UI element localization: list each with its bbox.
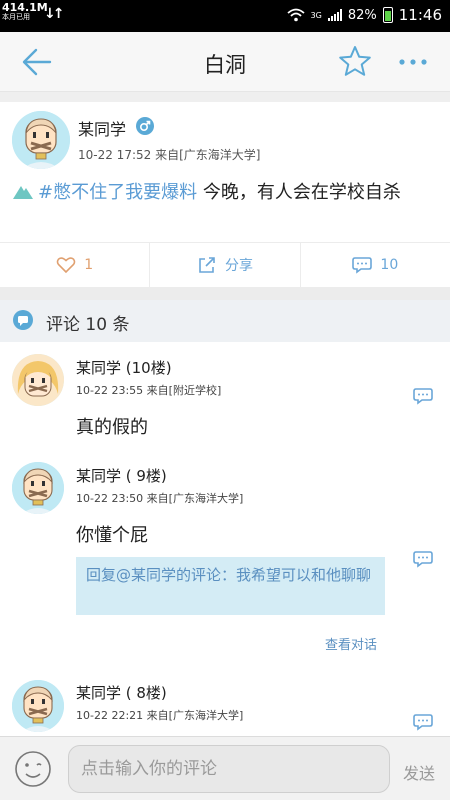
post-actions: 1 分享 10 [0,242,450,288]
post-card: 某同学 10-22 17:52 来自[广东海洋大学] #憋不住了我要爆料 今晚，… [0,92,450,242]
boy-avatar-icon [12,111,70,169]
list-item: 某同学 ( 9楼) 10-22 23:50 来自[广东海洋大学] 你懂个屁 回复… [0,452,450,672]
comment-time: 10-22 23:50 [76,492,144,505]
boy-avatar-icon [12,680,64,732]
title-bar: 白洞 [0,32,450,92]
post-source: 来自[广东海洋大学] [155,148,261,162]
comment-bubble-icon [13,310,33,330]
data-usage: 414.1M 本月已用 [2,2,48,21]
star-icon[interactable] [338,45,372,77]
battery-icon [382,7,393,23]
battery-percent: 82% [347,7,377,23]
list-item: 某同学 (10楼) 10-22 23:55 来自[附近学校] 真的假的 [0,342,450,452]
post-time: 10-22 17:52 [78,148,152,162]
avatar[interactable] [12,354,64,406]
reply-icon[interactable] [413,713,433,731]
comment-meta: 10-22 23:50 来自[广东海洋大学] [76,490,243,506]
comment-author[interactable]: 某同学 (10楼) [76,357,172,378]
post-text: 今晚，有人会在学校自杀 [197,182,401,203]
comment-meta: 10-22 22:21 来自[广东海洋大学] [76,707,243,723]
avatar[interactable] [12,680,64,732]
comment-input[interactable] [68,745,390,793]
list-item: 某同学 ( 8楼) 10-22 22:21 来自[广东海洋大学] [0,672,450,736]
avatar[interactable] [12,462,64,514]
divider [0,288,450,300]
like-count: 1 [84,257,94,273]
comment-time: 10-22 22:21 [76,709,144,722]
male-gender-icon [136,117,154,135]
share-icon [199,257,215,273]
post-meta: 10-22 17:52 来自[广东海洋大学] [78,146,260,163]
post-author[interactable]: 某同学 [78,116,126,140]
comment-icon [352,257,373,274]
comment-author[interactable]: 某同学 ( 9楼) [76,465,167,486]
data-transfer-icon: ↓↑ [44,6,65,22]
comment-input-bar: 发送 [0,736,450,800]
more-dots-icon[interactable] [398,59,428,65]
reply-icon[interactable] [413,387,433,405]
heart-icon [56,257,76,274]
wifi-icon [286,8,305,22]
data-usage-value: 414.1M [2,1,48,14]
signal-icon [327,9,342,21]
comment-source: 来自[附近学校] [146,384,222,397]
send-button[interactable]: 发送 [403,760,435,784]
comment-time: 10-22 23:55 [76,384,144,397]
topic-tag-icon [13,186,33,199]
boy-avatar-icon [12,462,64,514]
view-conversation-link[interactable]: 查看对话 [325,634,377,653]
post-hashtag[interactable]: #憋不住了我要爆料 [38,182,197,203]
comment-meta: 10-22 23:55 来自[附近学校] [76,382,221,398]
status-bar: 414.1M 本月已用 ↓↑ 3G 82% 11:46 [0,0,450,32]
comment-source: 来自[广东海洋大学] [146,492,244,505]
emoji-icon[interactable] [14,750,52,788]
comments-header: 评论 10 条 [0,300,450,342]
girl-avatar-icon [12,354,64,406]
reply-icon[interactable] [413,550,433,568]
quoted-reply[interactable]: 回复@某同学的评论：我希望可以和他聊聊 [76,557,385,615]
comment-text: 真的假的 [76,417,148,438]
comment-source: 来自[广东海洋大学] [146,709,244,722]
comment-text: 你懂个屁 [76,525,148,546]
network-type: 3G [310,10,322,20]
comment-author[interactable]: 某同学 ( 8楼) [76,682,167,703]
post-content: #憋不住了我要爆料 今晚，有人会在学校自杀 [12,180,437,206]
avatar[interactable] [12,111,70,169]
clock: 11:46 [398,6,442,24]
like-button[interactable]: 1 [0,243,151,287]
data-usage-label: 本月已用 [2,13,30,21]
comment-count: 10 [380,257,399,273]
comment-button[interactable]: 10 [301,243,450,287]
page-title: 白洞 [204,53,246,77]
share-label: 分享 [224,258,253,274]
comments-count-label: 评论 10 条 [46,315,130,335]
divider [0,92,450,102]
share-button[interactable]: 分享 [150,243,301,287]
